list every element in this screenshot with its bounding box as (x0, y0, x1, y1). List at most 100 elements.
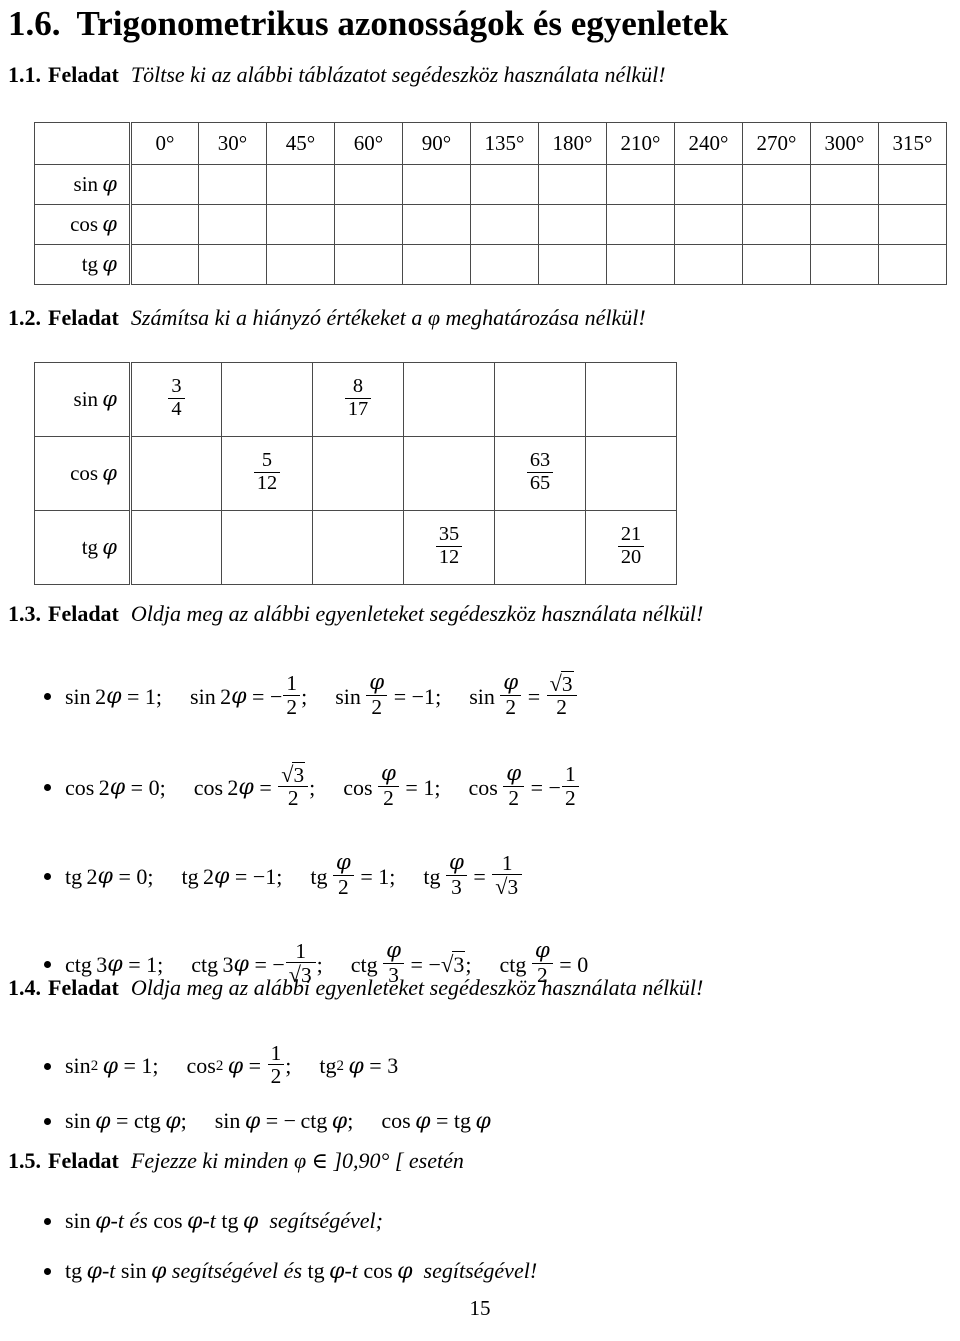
fraction: 1 √3 (492, 851, 523, 900)
answer-cell[interactable] (674, 244, 743, 285)
value-cell[interactable] (585, 436, 677, 511)
answer-cell[interactable] (606, 164, 675, 205)
value-cell[interactable]: 5 12 (221, 436, 313, 511)
value-cell[interactable] (221, 362, 313, 437)
answer-cell[interactable] (606, 244, 675, 285)
instruction-bullet-2: tg φ -t sin φ segítségével és tg φ -t cos … (44, 1258, 537, 1284)
equation: cos φ2 = −1 2 (468, 762, 579, 811)
answer-cell[interactable] (266, 244, 335, 285)
answer-cell[interactable] (810, 164, 879, 205)
fraction: φ2 (332, 851, 354, 898)
equation: tg φ3 = 1 √3 (423, 851, 523, 900)
phi-symbol: φ (102, 172, 117, 196)
value-cell[interactable] (403, 362, 495, 437)
answer-cell[interactable] (470, 244, 539, 285)
bullet-dot (44, 693, 51, 701)
value-cell[interactable] (494, 510, 586, 585)
value-cell[interactable] (221, 510, 313, 585)
answer-cell[interactable] (470, 204, 539, 245)
value-cell[interactable]: 34 (130, 362, 222, 437)
instruction-bullet-1: sin φ -t és cos φ -t tg φ segítségével; (44, 1208, 383, 1234)
answer-cell[interactable] (470, 164, 539, 205)
answer-cell[interactable] (334, 244, 403, 285)
angle-header: 210° (606, 122, 675, 165)
answer-cell[interactable] (266, 204, 335, 245)
answer-cell[interactable] (130, 204, 199, 245)
task-word: Feladat (48, 601, 119, 626)
answer-cell[interactable] (878, 244, 947, 285)
answer-cell[interactable] (198, 244, 267, 285)
value-cell[interactable] (130, 510, 222, 585)
equation: sin 2φ = 1; (65, 683, 163, 710)
answer-cell[interactable] (198, 204, 267, 245)
angle-header: 240° (674, 122, 743, 165)
answer-cell[interactable] (742, 204, 811, 245)
answer-cell[interactable] (674, 164, 743, 205)
equation: cos 2φ = 0; (65, 774, 166, 801)
phi-symbol: φ (102, 212, 117, 236)
answer-cell[interactable] (878, 204, 947, 245)
answer-cell[interactable] (878, 164, 947, 205)
fraction: φ2 (366, 671, 388, 718)
value-cell[interactable] (494, 362, 586, 437)
answer-cell[interactable] (810, 204, 879, 245)
answer-cell[interactable] (198, 164, 267, 205)
value-cell[interactable] (585, 362, 677, 437)
row-label-cos: cos φ (34, 436, 132, 511)
bullet-dot (44, 1062, 51, 1070)
value-cell[interactable]: 21 20 (585, 510, 677, 585)
table-row: cos φ (34, 204, 947, 245)
equation: cos φ = tg φ (381, 1108, 491, 1134)
value-cell[interactable]: 35 12 (403, 510, 495, 585)
answer-cell[interactable] (742, 164, 811, 205)
function-name: sin (73, 172, 99, 196)
task-description: Oldja meg az alábbi egyenleteket segédes… (130, 975, 704, 1000)
answer-cell[interactable] (334, 204, 403, 245)
sqrt-expression: √3 (440, 950, 466, 977)
angle-header: 90° (402, 122, 471, 165)
fraction: 12 (283, 672, 301, 718)
equation: sin φ2 = −1; (335, 670, 442, 719)
answer-cell[interactable] (606, 204, 675, 245)
equation: tg φ2 = 1; (310, 850, 396, 899)
task-description: Töltse ki az alábbi táblázatot segédeszk… (130, 62, 666, 87)
row-label-tg: tg φ (34, 510, 132, 585)
answer-cell[interactable] (266, 164, 335, 205)
value-cell[interactable] (312, 510, 404, 585)
answer-cell[interactable] (674, 204, 743, 245)
value-cell[interactable] (130, 436, 222, 511)
table-row: sin φ 34 8 17 (34, 362, 677, 437)
equation: sin φ = − ctg φ; (214, 1108, 354, 1134)
answer-cell[interactable] (538, 164, 607, 205)
value-cell[interactable]: 8 17 (312, 362, 404, 437)
task-number: 1.3. (8, 601, 41, 626)
answer-cell[interactable] (742, 244, 811, 285)
task-number: 1.4. (8, 975, 41, 1000)
value-cell[interactable] (312, 436, 404, 511)
angle-header: 30° (198, 122, 267, 165)
answer-cell[interactable] (130, 164, 199, 205)
answer-cell[interactable] (538, 204, 607, 245)
angle-header: 45° (266, 122, 335, 165)
answer-cell[interactable] (538, 244, 607, 285)
table-row: cos φ 5 12 63 65 (34, 436, 677, 511)
fraction: φ2 (503, 762, 525, 809)
angle-header: 60° (334, 122, 403, 165)
value-cell[interactable] (403, 436, 495, 511)
angle-header: 300° (810, 122, 879, 165)
task-word: Feladat (48, 62, 119, 87)
answer-cell[interactable] (334, 164, 403, 205)
value-cell[interactable]: 63 65 (494, 436, 586, 511)
answer-cell[interactable] (402, 244, 471, 285)
equation-bullet-cos: cos 2φ = 0; cos 2φ = √3 2; cos φ2 = 1; co… (44, 761, 580, 811)
equation-bullet-identities: sin φ = ctg φ; sin φ = − ctg φ; cos φ = … (44, 1108, 491, 1134)
equation: sin φ2 = √3 2 (469, 670, 577, 720)
answer-cell[interactable] (402, 204, 471, 245)
equation-bullet-sin: sin 2φ = 1; sin 2φ = −1 2; sin φ2 = −1; s… (44, 670, 578, 720)
answer-cell[interactable] (402, 164, 471, 205)
sqrt-expression: √3 (549, 670, 574, 696)
task-description: Oldja meg az alábbi egyenleteket segédes… (130, 601, 704, 626)
answer-cell[interactable] (130, 244, 199, 285)
answer-cell[interactable] (810, 244, 879, 285)
task-word: Feladat (48, 975, 119, 1000)
